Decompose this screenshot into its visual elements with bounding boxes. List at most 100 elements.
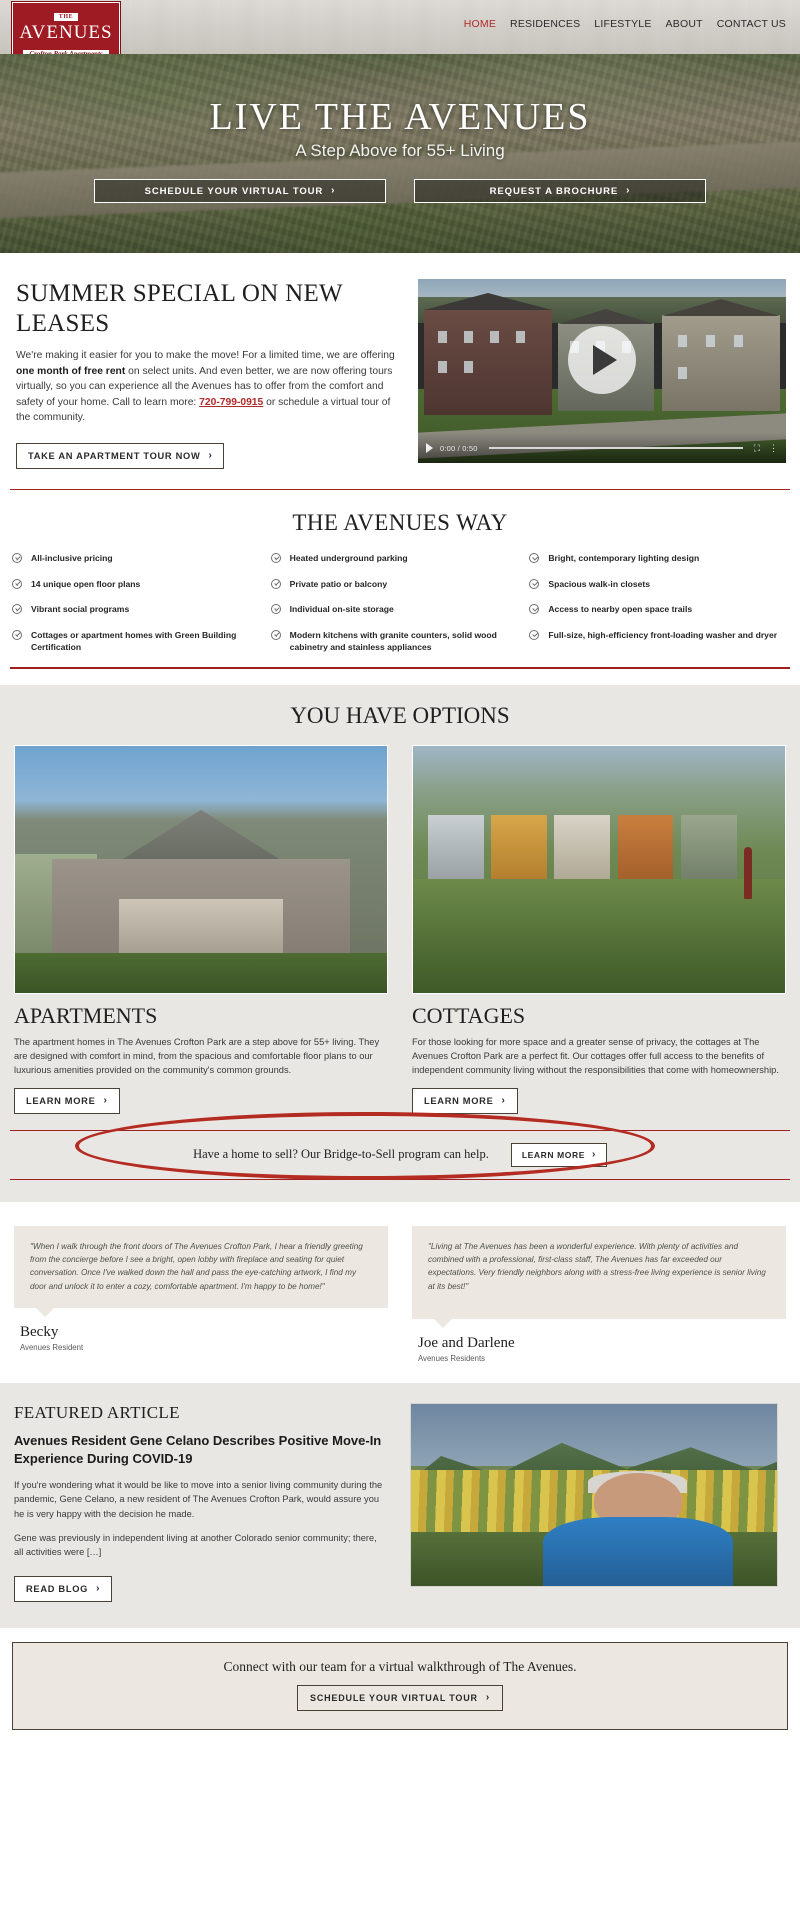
- chevron-right-icon: ›: [331, 185, 336, 196]
- page-root: THE AVENUES Crofton Park Apartments SENI…: [0, 0, 800, 1757]
- video-progress-bar[interactable]: [488, 447, 743, 449]
- video-play-button[interactable]: [568, 325, 636, 394]
- nav-item-residences[interactable]: RESIDENCES: [510, 18, 580, 30]
- chevron-right-icon: ›: [208, 449, 213, 461]
- take-apartment-tour-label: TAKE AN APARTMENT TOUR NOW: [28, 450, 201, 461]
- check-circle-icon: [270, 553, 281, 564]
- options-heading: YOU HAVE OPTIONS: [290, 702, 510, 728]
- chevron-right-icon: ›: [96, 1583, 101, 1595]
- nav-item-home[interactable]: HOME: [464, 18, 496, 30]
- cottages-photo: [412, 744, 786, 994]
- check-circle-icon: [529, 604, 540, 615]
- nav-item-contact-us[interactable]: CONTACT US: [717, 18, 786, 30]
- read-blog-button[interactable]: READ BLOG ›: [14, 1576, 113, 1603]
- feature-label: All-inclusive pricing: [31, 553, 113, 564]
- featured-article-title[interactable]: Avenues Resident Gene Celano Describes P…: [14, 1432, 386, 1468]
- check-circle-icon: [270, 578, 281, 589]
- avenues-way-column-3: Bright, contemporary lighting design Spa…: [529, 552, 788, 667]
- cottages-body: For those looking for more space and a g…: [412, 1036, 779, 1075]
- testimonial-author-role: Avenues Residents: [418, 1354, 486, 1364]
- apartments-learn-more-label: LEARN MORE: [26, 1095, 96, 1106]
- testimonials-section: "When I walk through the front doors of …: [0, 1201, 800, 1384]
- check-circle-icon: [529, 553, 540, 564]
- site-header: THE AVENUES Crofton Park Apartments SENI…: [0, 0, 800, 54]
- promo-video-player[interactable]: 0:00 / 0:50 ⛶ ⋮: [418, 279, 786, 463]
- testimonial-author-name: Becky: [20, 1324, 59, 1341]
- apartments-photo: [14, 744, 388, 994]
- testimonial-becky: "When I walk through the front doors of …: [14, 1225, 388, 1364]
- bottom-schedule-label: SCHEDULE YOUR VIRTUAL TOUR: [310, 1693, 478, 1704]
- feature-label: 14 unique open floor plans: [31, 578, 141, 589]
- hero-banner: LIVE THE AVENUES A Step Above for 55+ Li…: [0, 54, 800, 253]
- apartments-body: The apartment homes in The Avenues Croft…: [14, 1036, 380, 1075]
- fullscreen-icon[interactable]: ⛶: [754, 443, 760, 454]
- chevron-right-icon: ›: [626, 185, 631, 196]
- testimonial-quote-bubble: "Living at The Avenues has been a wonder…: [412, 1225, 786, 1328]
- feature-label: Full-size, high-efficiency front-loading…: [548, 629, 778, 640]
- feature-item: Vibrant social programs: [12, 603, 261, 616]
- chevron-right-icon: ›: [485, 1692, 490, 1704]
- featured-article-section: FEATURED ARTICLE Avenues Resident Gene C…: [0, 1383, 800, 1629]
- feature-label: Modern kitchens with granite counters, s…: [289, 629, 497, 653]
- chevron-right-icon: ›: [103, 1094, 108, 1106]
- apartments-learn-more-button[interactable]: LEARN MORE ›: [14, 1087, 120, 1114]
- you-have-options-section: YOU HAVE OPTIONS APARTMENTS The apartmen…: [0, 684, 800, 1202]
- bottom-cta-banner: Connect with our team for a virtual walk…: [12, 1642, 788, 1731]
- check-circle-icon: [270, 604, 281, 615]
- feature-label: Heated underground parking: [289, 553, 408, 564]
- bottom-schedule-virtual-tour-button[interactable]: SCHEDULE YOUR VIRTUAL TOUR ›: [297, 1685, 503, 1712]
- avenues-way-column-2: Heated underground parking Private patio…: [270, 552, 530, 667]
- schedule-virtual-tour-label: SCHEDULE YOUR VIRTUAL TOUR: [144, 185, 324, 197]
- bridge-to-sell-banner: Have a home to sell? Our Bridge-to-Sell …: [0, 1111, 800, 1180]
- feature-item: Modern kitchens with granite counters, s…: [270, 629, 520, 654]
- avenues-way-section: THE AVENUES WAY All-inclusive pricing 14…: [0, 488, 800, 685]
- feature-item: Full-size, high-efficiency front-loading…: [529, 629, 778, 642]
- main-navigation: HOME RESIDENCES LIFESTYLE ABOUT CONTACT …: [464, 18, 786, 30]
- play-triangle-icon: [593, 344, 617, 375]
- nav-item-lifestyle[interactable]: LIFESTYLE: [594, 18, 651, 30]
- chevron-right-icon: ›: [591, 1148, 596, 1160]
- testimonial-joe-and-darlene: "Living at The Avenues has been a wonder…: [412, 1225, 786, 1364]
- resident-portrait: [542, 1466, 734, 1587]
- apartments-title: APARTMENTS: [14, 1002, 158, 1028]
- request-brochure-button[interactable]: REQUEST A BROCHURE ›: [414, 179, 706, 203]
- logo-the-text: THE: [53, 13, 79, 21]
- bottom-cta-text: Connect with our team for a virtual walk…: [223, 1659, 577, 1675]
- feature-item: Individual on-site storage: [270, 603, 520, 616]
- feature-label: Access to nearby open space trails: [548, 604, 693, 615]
- video-controls-bar: 0:00 / 0:50 ⛶ ⋮: [418, 433, 786, 463]
- request-brochure-label: REQUEST A BROCHURE: [489, 185, 619, 197]
- divider-red-bottom: [10, 667, 790, 669]
- feature-item: All-inclusive pricing: [12, 552, 261, 565]
- testimonial-author-role: Avenues Resident: [20, 1343, 84, 1353]
- site-logo[interactable]: THE AVENUES Crofton Park Apartments SENI…: [12, 2, 120, 54]
- schedule-virtual-tour-button[interactable]: SCHEDULE YOUR VIRTUAL TOUR ›: [94, 179, 386, 203]
- summer-special-body: We're making it easier for you to make t…: [16, 348, 396, 426]
- logo-badge: THE AVENUES Crofton Park Apartments: [12, 2, 120, 54]
- featured-article-kicker: FEATURED ARTICLE: [14, 1403, 180, 1423]
- feature-label: Cottages or apartment homes with Green B…: [31, 629, 237, 653]
- hero-subtitle: A Step Above for 55+ Living: [295, 141, 505, 160]
- video-time-display: 0:00 / 0:50: [440, 443, 478, 453]
- feature-item: Bright, contemporary lighting design: [529, 552, 778, 565]
- featured-article-photo: [410, 1403, 778, 1588]
- option-card-cottages: COTTAGES For those looking for more spac…: [412, 744, 786, 1114]
- hero-button-group: SCHEDULE YOUR VIRTUAL TOUR › REQUEST A B…: [0, 179, 800, 203]
- bridge-to-sell-learn-more-button[interactable]: LEARN MORE ›: [510, 1142, 607, 1167]
- check-circle-icon: [12, 553, 22, 564]
- video-play-icon[interactable]: [426, 443, 433, 453]
- option-card-apartments: APARTMENTS The apartment homes in The Av…: [14, 744, 388, 1114]
- logo-name-text: AVENUES: [19, 22, 113, 43]
- cottages-title: COTTAGES: [412, 1002, 526, 1028]
- take-apartment-tour-button[interactable]: TAKE AN APARTMENT TOUR NOW ›: [16, 442, 225, 469]
- feature-item: 14 unique open floor plans: [12, 578, 261, 591]
- featured-article-paragraph-2: Gene was previously in independent livin…: [14, 1532, 377, 1558]
- summer-special-body-bold: one month of free rent: [16, 365, 126, 377]
- phone-number-link[interactable]: 720-799-0915: [199, 397, 263, 408]
- nav-item-about[interactable]: ABOUT: [666, 18, 703, 30]
- feature-label: Vibrant social programs: [31, 604, 130, 615]
- summer-special-section: SUMMER SPECIAL ON NEW LEASES We're makin…: [0, 253, 800, 489]
- chevron-right-icon: ›: [501, 1094, 506, 1106]
- more-options-icon[interactable]: ⋮: [769, 443, 778, 454]
- cottages-learn-more-button[interactable]: LEARN MORE ›: [412, 1087, 518, 1114]
